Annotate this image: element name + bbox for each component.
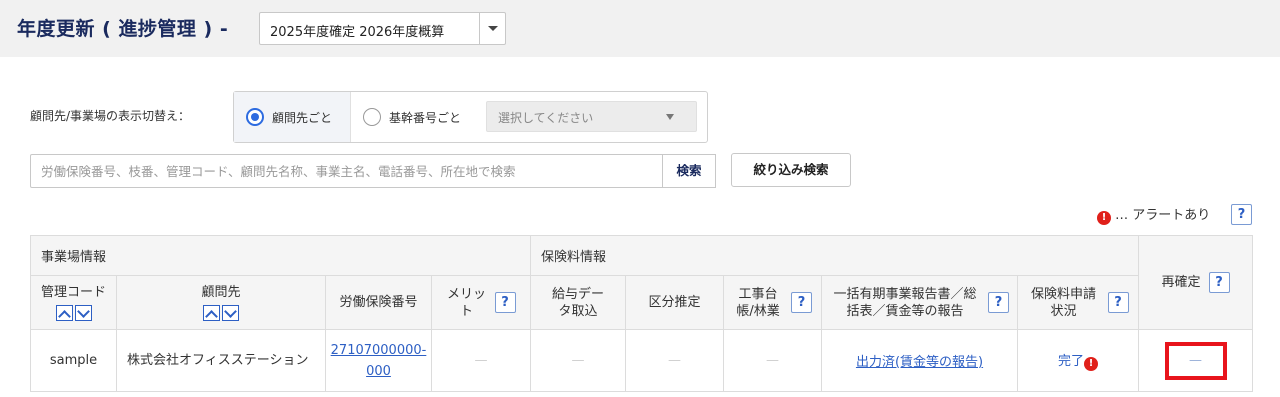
sort-asc-icon[interactable] [203, 305, 220, 321]
fiscal-year-value: 2025年度確定 2026年度概算 [270, 25, 445, 40]
cell-client: 株式会社オフィスステーション [116, 329, 326, 392]
alert-icon: ! [1084, 357, 1099, 371]
col-mgmt-code: 管理コード [30, 275, 117, 330]
sort-desc-icon[interactable] [222, 305, 239, 321]
group-site-info: 事業場情報 [29, 235, 532, 276]
reconfirm-button[interactable]: — [1164, 341, 1227, 380]
cell-status: 完了! [1017, 329, 1140, 392]
col-classification: 区分推定 [625, 275, 725, 330]
caret-down-icon [666, 114, 674, 120]
cell-reconfirm: — [1138, 329, 1254, 392]
alert-legend: ! … アラートあり [1097, 204, 1210, 225]
radio-number[interactable] [363, 108, 381, 126]
cell-classification: — [625, 329, 725, 392]
status-link[interactable]: 完了 [1058, 354, 1084, 369]
insurance-number-link[interactable]: 27107000000-000 [329, 340, 429, 382]
help-icon[interactable]: ? [988, 292, 1010, 313]
help-icon[interactable]: ? [1208, 272, 1230, 293]
cell-insurance-number: 27107000000-000 [325, 329, 432, 392]
table-row: sample 株式会社オフィスステーション 27107000000-000 — … [30, 329, 1254, 392]
cell-mgmt-code: sample [30, 329, 117, 392]
col-ledger: 工事台帳/林業? [723, 275, 823, 330]
col-merit: メリット? [430, 275, 532, 330]
alert-legend-text: … アラートあり [1115, 208, 1211, 223]
col-salary-import-label: 給与データ取込 [552, 286, 605, 319]
col-insurance-number: 労働保険番号 [325, 275, 432, 330]
help-icon[interactable]: ? [791, 292, 813, 313]
search-input[interactable] [30, 154, 663, 188]
cell-salary-import: — [530, 329, 627, 392]
page-header: 年度更新 ( 進捗管理 ) - 2025年度確定 2026年度概算 [0, 0, 1280, 57]
radio-client[interactable] [246, 108, 264, 126]
group-premium-info: 保険料情報 [530, 235, 1140, 276]
cell-merit: — [430, 329, 532, 392]
sort-asc-icon[interactable] [55, 305, 73, 321]
cell-ledger: — [723, 329, 823, 392]
col-client-label: 顧問先 [201, 285, 241, 300]
option-number-label[interactable]: 基幹番号ごと [389, 109, 461, 126]
filter-search-button[interactable]: 絞り込み検索 [731, 153, 851, 187]
col-application-status-label: 保険料申請状況 [1031, 286, 1097, 319]
fiscal-year-select[interactable]: 2025年度確定 2026年度概算 [259, 12, 506, 45]
col-merit-label: メリット [446, 286, 486, 319]
cell-report: 出力済(賃金等の報告) [821, 329, 1019, 392]
base-number-placeholder: 選択してください [498, 111, 594, 125]
col-reconfirm-label: 再確定 [1161, 275, 1201, 290]
help-icon[interactable]: ? [1231, 204, 1252, 225]
col-reconfirm: 再確定? [1138, 235, 1254, 330]
help-icon[interactable]: ? [494, 292, 516, 313]
sort-desc-icon[interactable] [74, 305, 92, 321]
col-mgmt-code-label: 管理コード [40, 285, 106, 300]
alert-icon: ! [1097, 211, 1111, 225]
display-toggle-label: 顧問先/事業場の表示切替え： [30, 109, 191, 123]
col-report: 一括有期事業報告書／総括表／賃金等の報告? [821, 275, 1019, 330]
display-toggle-group: 顧問先ごと 基幹番号ごと 選択してください [233, 91, 708, 143]
option-client[interactable]: 顧問先ごと [234, 92, 351, 142]
col-application-status: 保険料申請状況? [1017, 275, 1140, 330]
col-report-label: 一括有期事業報告書／総括表／賃金等の報告 [833, 286, 977, 319]
help-icon[interactable]: ? [1107, 292, 1129, 313]
col-client: 顧問先 [116, 275, 326, 330]
option-client-label: 顧問先ごと [272, 111, 333, 125]
base-number-select[interactable]: 選択してください [486, 101, 697, 132]
col-ledger-label: 工事台帳/林業 [736, 286, 780, 319]
page-title: 年度更新 ( 進捗管理 ) - [17, 18, 229, 40]
chevron-down-icon[interactable] [479, 13, 505, 44]
col-salary-import: 給与データ取込 [530, 275, 627, 330]
report-link[interactable]: 出力済(賃金等の報告) [856, 355, 983, 370]
progress-table: 事業場情報 保険料情報 再確定? 管理コード 顧問先 労働保険番号 メリット? … [29, 235, 1254, 392]
search-button[interactable]: 検索 [662, 154, 716, 188]
